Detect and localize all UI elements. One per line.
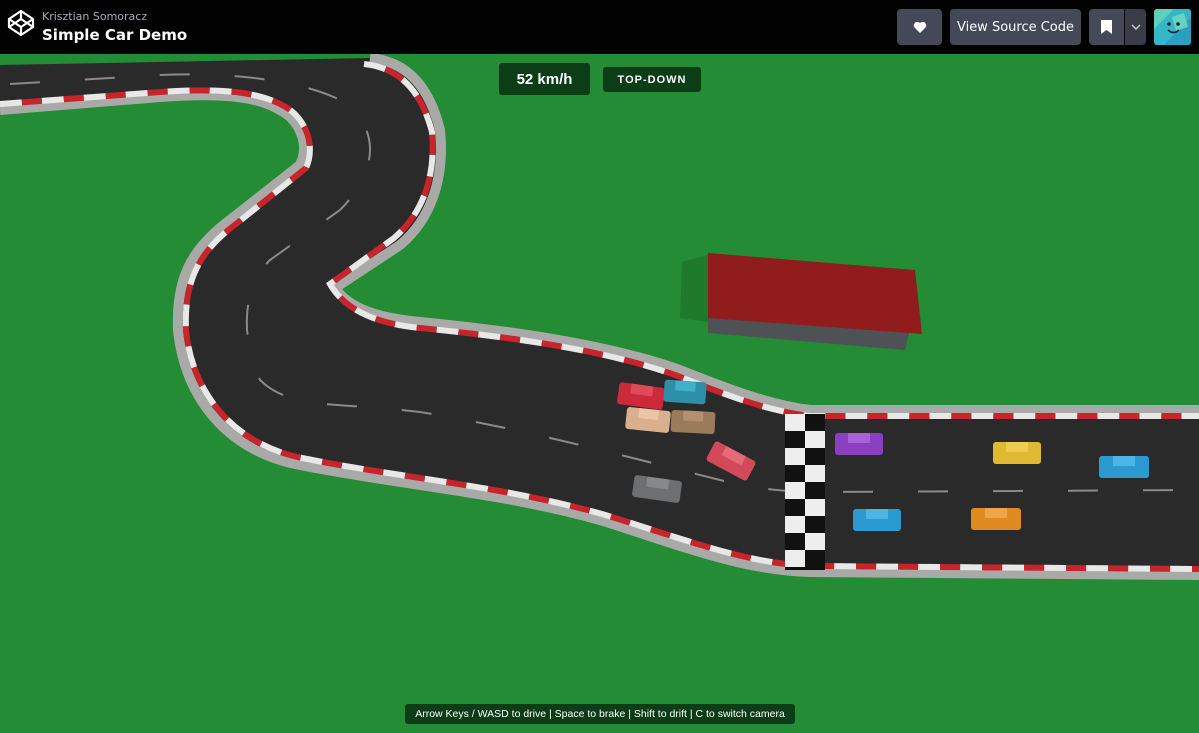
car xyxy=(670,410,716,434)
top-bar: Krisztian Somoracz Simple Car Demo View … xyxy=(0,0,1199,54)
pit-building xyxy=(680,253,922,350)
bookmark-button[interactable] xyxy=(1089,9,1124,45)
view-source-button[interactable]: View Source Code xyxy=(950,9,1081,45)
car xyxy=(853,509,901,531)
start-finish-line xyxy=(785,414,825,570)
race-track-scene xyxy=(0,54,1199,580)
codepen-logo-icon[interactable] xyxy=(7,9,35,37)
bookmark-dropdown-button[interactable] xyxy=(1125,9,1146,45)
speedometer: 52 km/h xyxy=(499,63,590,95)
avatar[interactable] xyxy=(1154,9,1191,45)
controls-help: Arrow Keys / WASD to drive | Space to br… xyxy=(405,704,795,724)
heart-icon xyxy=(913,21,926,33)
car xyxy=(663,379,707,405)
avatar-image xyxy=(1154,9,1191,45)
camera-mode-button[interactable]: TOP-DOWN xyxy=(603,67,701,92)
car xyxy=(971,508,1021,530)
like-button[interactable] xyxy=(897,9,942,45)
author-name[interactable]: Krisztian Somoracz xyxy=(42,10,147,23)
car xyxy=(1099,456,1149,478)
car xyxy=(625,407,671,433)
page-title: Simple Car Demo xyxy=(42,26,188,44)
chevron-down-icon xyxy=(1131,24,1140,30)
car xyxy=(835,433,883,455)
game-canvas[interactable]: 52 km/h TOP-DOWN Arrow Keys / WASD to dr… xyxy=(0,54,1199,733)
bookmark-icon xyxy=(1101,20,1112,34)
car xyxy=(993,442,1041,464)
